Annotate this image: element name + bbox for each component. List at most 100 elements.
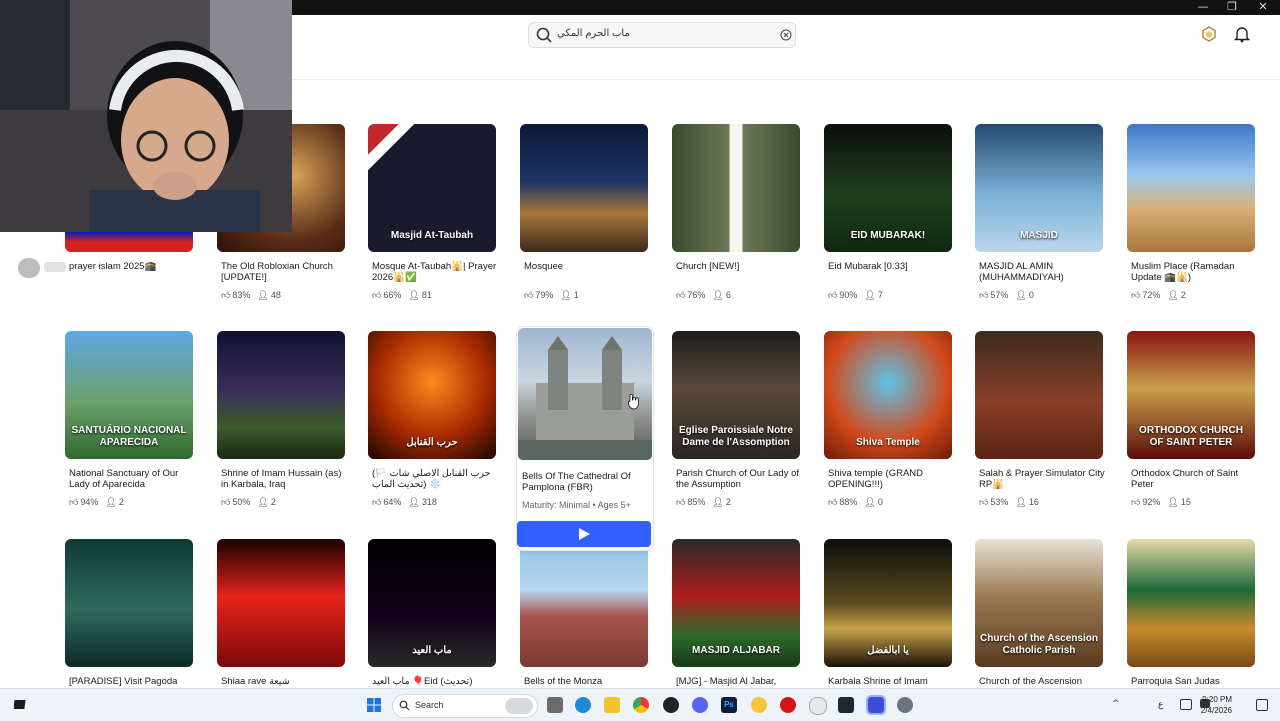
steam-icon[interactable]: [838, 697, 854, 713]
system-clock[interactable]: 9:20 PM 2/4/2026: [1201, 694, 1232, 716]
edge-icon[interactable]: [575, 697, 591, 713]
roblox-icon[interactable]: [866, 695, 886, 715]
game-title[interactable]: Parish Church of Our Lady of the Assumpt…: [676, 468, 802, 490]
creator-tag: [44, 262, 66, 272]
rating-value: 76%: [687, 290, 706, 300]
game-thumbnail[interactable]: [65, 539, 193, 667]
game-thumbnail[interactable]: Masjid At-Taubah: [368, 124, 496, 252]
game-title[interactable]: Church of the Ascension: [979, 676, 1105, 687]
thumbnail-caption: ORTHODOX CHURCH OF SAINT PETER: [1139, 425, 1243, 448]
hover-game-title[interactable]: Bells Of The Cathedral Of Pamplona (FBR): [522, 471, 648, 493]
thumbs-up-icon: 👍︎: [221, 498, 231, 508]
game-thumbnail[interactable]: Church of the Ascension Catholic Parish: [975, 539, 1103, 667]
game-stats: 👍︎ 64% 👤︎ 318: [372, 497, 437, 508]
game-thumbnail[interactable]: [1127, 124, 1255, 252]
minimize-button[interactable]: —: [1188, 0, 1218, 15]
game-hover-card[interactable]: Bells Of The Cathedral Of Pamplona (FBR)…: [517, 327, 653, 550]
network-icon[interactable]: [1180, 699, 1192, 710]
game-thumbnail[interactable]: [672, 124, 800, 252]
photoshop-icon[interactable]: Ps: [721, 697, 737, 713]
game-title[interactable]: [MJG] - Masjid Al Jabar,: [676, 676, 802, 687]
game-title[interactable]: Shrine of Imam Hussain (as) in Karbala, …: [221, 468, 347, 490]
game-title[interactable]: Shiva temple (GRAND OPENING!!!): [828, 468, 954, 490]
widgets-icon[interactable]: [14, 697, 28, 711]
game-title[interactable]: Karbala Shrine of Imam: [828, 676, 954, 687]
game-thumbnail[interactable]: SANTUÁRIO NACIONAL APARECIDA: [65, 331, 193, 459]
file-explorer-icon[interactable]: [604, 697, 620, 713]
game-thumbnail[interactable]: ORTHODOX CHURCH OF SAINT PETER: [1127, 331, 1255, 459]
thumbnail-caption: ماب العيد: [412, 645, 452, 656]
robux-icon[interactable]: [1201, 26, 1217, 42]
game-stats: 👍︎ 83% 👤︎ 48: [221, 290, 281, 301]
search-input[interactable]: ماب الحرم المكي: [528, 22, 796, 48]
player-count: 1: [573, 290, 579, 300]
game-title[interactable]: [PARADISE] Visit Pagoda: [69, 676, 195, 687]
game-thumbnail[interactable]: [217, 331, 345, 459]
rating-value: 92%: [1142, 497, 1161, 507]
game-stats: 👍︎ 79% 👤︎ 1: [524, 290, 579, 301]
game-title[interactable]: Orthodox Church of Saint Peter: [1131, 468, 1257, 490]
maximize-button[interactable]: ❐: [1217, 0, 1247, 15]
thumbs-up-icon: 👍︎: [979, 291, 989, 301]
discord-icon[interactable]: [692, 697, 708, 713]
game-stats: 👍︎ 57% 👤︎ 0: [979, 290, 1034, 301]
thumbnail-caption: Shiva Temple: [856, 437, 920, 448]
taskbar-search[interactable]: Search: [392, 694, 538, 718]
players-icon: 👤︎: [1167, 498, 1179, 508]
player-count: 0: [877, 497, 883, 507]
play-button[interactable]: [517, 521, 651, 547]
game-title[interactable]: Bells of the Monza: [524, 676, 650, 687]
game-title[interactable]: Church [NEW!]: [676, 261, 802, 272]
notifications-bell-icon[interactable]: [1234, 25, 1250, 43]
game-thumbnail[interactable]: [520, 539, 648, 667]
app-icon[interactable]: [809, 697, 827, 715]
windows-start-icon[interactable]: [366, 697, 382, 713]
game-title[interactable]: ماب العيد 🎈Eid (تحديث): [372, 676, 498, 687]
game-thumbnail[interactable]: ماب العيد: [368, 539, 496, 667]
notification-center-icon[interactable]: [1256, 699, 1268, 711]
game-thumbnail[interactable]: MASJID ALJABAR: [672, 539, 800, 667]
game-title[interactable]: Salah & Prayer Simulator City RP🕌: [979, 468, 1105, 490]
input-language[interactable]: ع: [1158, 699, 1163, 710]
game-stats: 👍︎ 88% 👤︎ 0: [828, 497, 883, 508]
game-thumbnail[interactable]: EID MUBARAK!: [824, 124, 952, 252]
game-title[interactable]: Eid Mubarak [0.33]: [828, 261, 954, 272]
game-title[interactable]: Mosquee: [524, 261, 650, 272]
emoji-app-icon[interactable]: [751, 697, 767, 713]
game-thumbnail[interactable]: [975, 331, 1103, 459]
game-thumbnail[interactable]: Eglise Paroissiale Notre Dame de l'Assom…: [672, 331, 800, 459]
game-stats: 👍︎ 90% 👤︎ 7: [828, 290, 883, 301]
game-thumbnail[interactable]: MASJID: [975, 124, 1103, 252]
chatgpt-icon[interactable]: [663, 697, 679, 713]
game-thumbnail[interactable]: حرب القنابل: [368, 331, 496, 459]
game-thumbnail[interactable]: Shiva Temple: [824, 331, 952, 459]
close-window-button[interactable]: ✕: [1248, 0, 1278, 15]
game-thumbnail[interactable]: [217, 539, 345, 667]
game-title[interactable]: (حرب القنابل الاصلي شات 🏳️(تحديث الماب ❄…: [372, 468, 498, 490]
game-thumbnail[interactable]: يا ابالفضل: [824, 539, 952, 667]
clear-search-icon[interactable]: [780, 29, 792, 41]
players-icon: 👤︎: [712, 498, 724, 508]
game-stats: 👍︎ 66% 👤︎ 81: [372, 290, 432, 301]
game-title[interactable]: Parroquia San Judas: [1131, 676, 1257, 687]
hover-thumbnail[interactable]: [518, 328, 652, 460]
game-title[interactable]: Muslim Place (Ramadan Update 🕋🕌): [1131, 261, 1257, 283]
chrome-icon[interactable]: [633, 697, 649, 713]
game-thumbnail[interactable]: [520, 124, 648, 252]
play-icon: [579, 528, 590, 540]
opera-icon[interactable]: [780, 697, 796, 713]
first-card-title[interactable]: prayer islam 2025🕋: [69, 261, 156, 272]
clock-time: 9:20 PM: [1202, 695, 1232, 704]
windows-taskbar: Search Ps ^ ع 9:20 PM 2/4/2026: [0, 688, 1280, 721]
game-title[interactable]: National Sanctuary of Our Lady of Aparec…: [69, 468, 195, 490]
game-title[interactable]: MASJID AL AMIN (MUHAMMADIYAH): [979, 261, 1105, 283]
game-title[interactable]: Shiaa rave شيعة: [221, 676, 347, 687]
taskbar-search-icon: [399, 700, 410, 711]
game-thumbnail[interactable]: [1127, 539, 1255, 667]
game-title[interactable]: Mosque At-Taubah🕌| Prayer 2026🕌✅: [372, 261, 498, 283]
task-view-icon[interactable]: [547, 697, 563, 713]
settings-icon[interactable]: [897, 697, 913, 713]
game-title[interactable]: The Old Robloxian Church [UPDATE!]: [221, 261, 347, 283]
players-icon: 👤︎: [408, 291, 420, 301]
tray-overflow-icon[interactable]: ^: [1112, 699, 1120, 709]
